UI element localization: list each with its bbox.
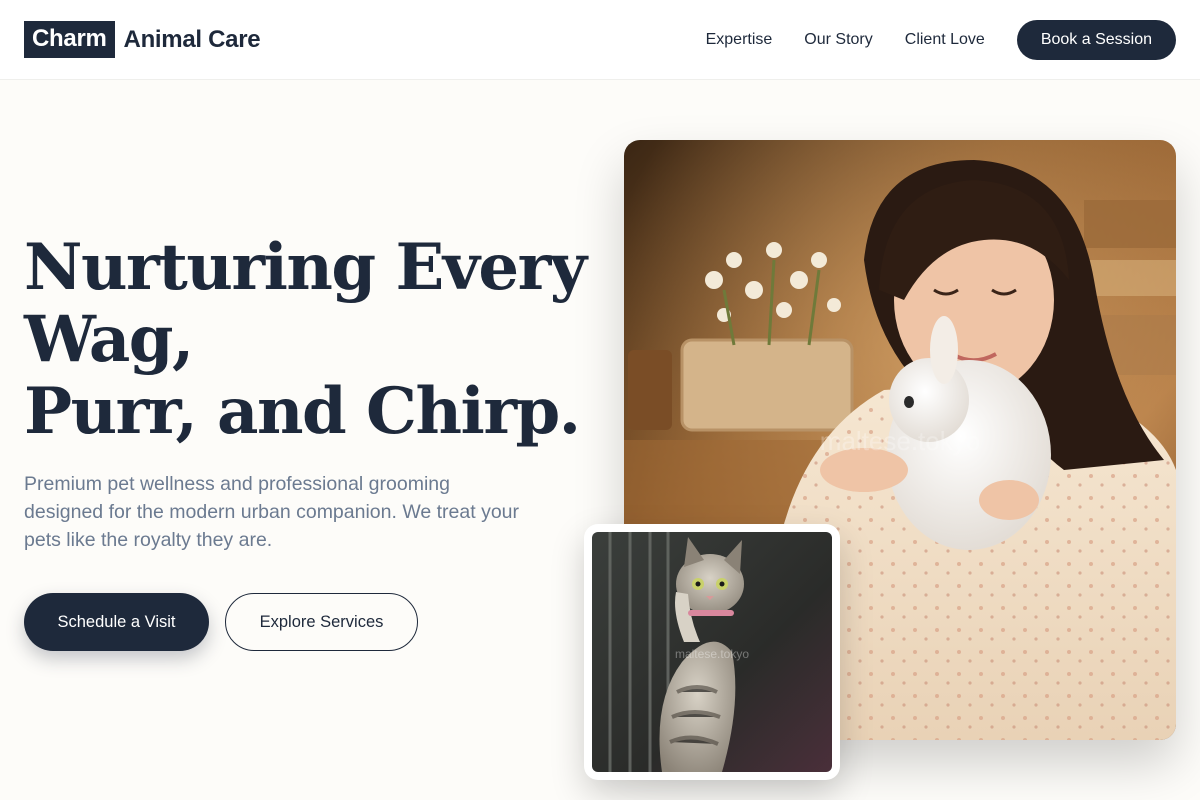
hero-title: Nurturing Every Wag, Purr, and Chirp.: [24, 232, 604, 448]
main-nav: Expertise Our Story Client Love Book a S…: [706, 19, 1176, 60]
main-photo-watermark: maltese.tokyo: [820, 426, 980, 456]
hero-title-line-1: Nurturing Every Wag,: [24, 230, 587, 377]
schedule-visit-button[interactable]: Schedule a Visit: [24, 593, 209, 651]
logo-text: Animal Care: [123, 25, 261, 53]
book-session-button[interactable]: Book a Session: [1016, 19, 1176, 60]
nav-link-expertise[interactable]: Expertise: [706, 31, 773, 49]
logo-mark: Charm: [24, 21, 115, 58]
explore-services-button[interactable]: Explore Services: [225, 593, 418, 651]
nav-link-client-love[interactable]: Client Love: [905, 31, 985, 49]
cat-illustration: maltese.tokyo: [592, 532, 832, 772]
nav-link-our-story[interactable]: Our Story: [804, 31, 872, 49]
logo[interactable]: Charm Animal Care: [24, 21, 261, 58]
secondary-photo-card: maltese.tokyo: [584, 524, 840, 780]
cat-photo-watermark: maltese.tokyo: [675, 647, 749, 661]
site-header: Charm Animal Care Expertise Our Story Cl…: [0, 0, 1200, 80]
hero-title-line-2: Purr, and Chirp.: [24, 374, 581, 449]
cat-photo: maltese.tokyo: [592, 532, 832, 772]
hero-subtitle: Premium pet wellness and professional gr…: [24, 473, 520, 551]
